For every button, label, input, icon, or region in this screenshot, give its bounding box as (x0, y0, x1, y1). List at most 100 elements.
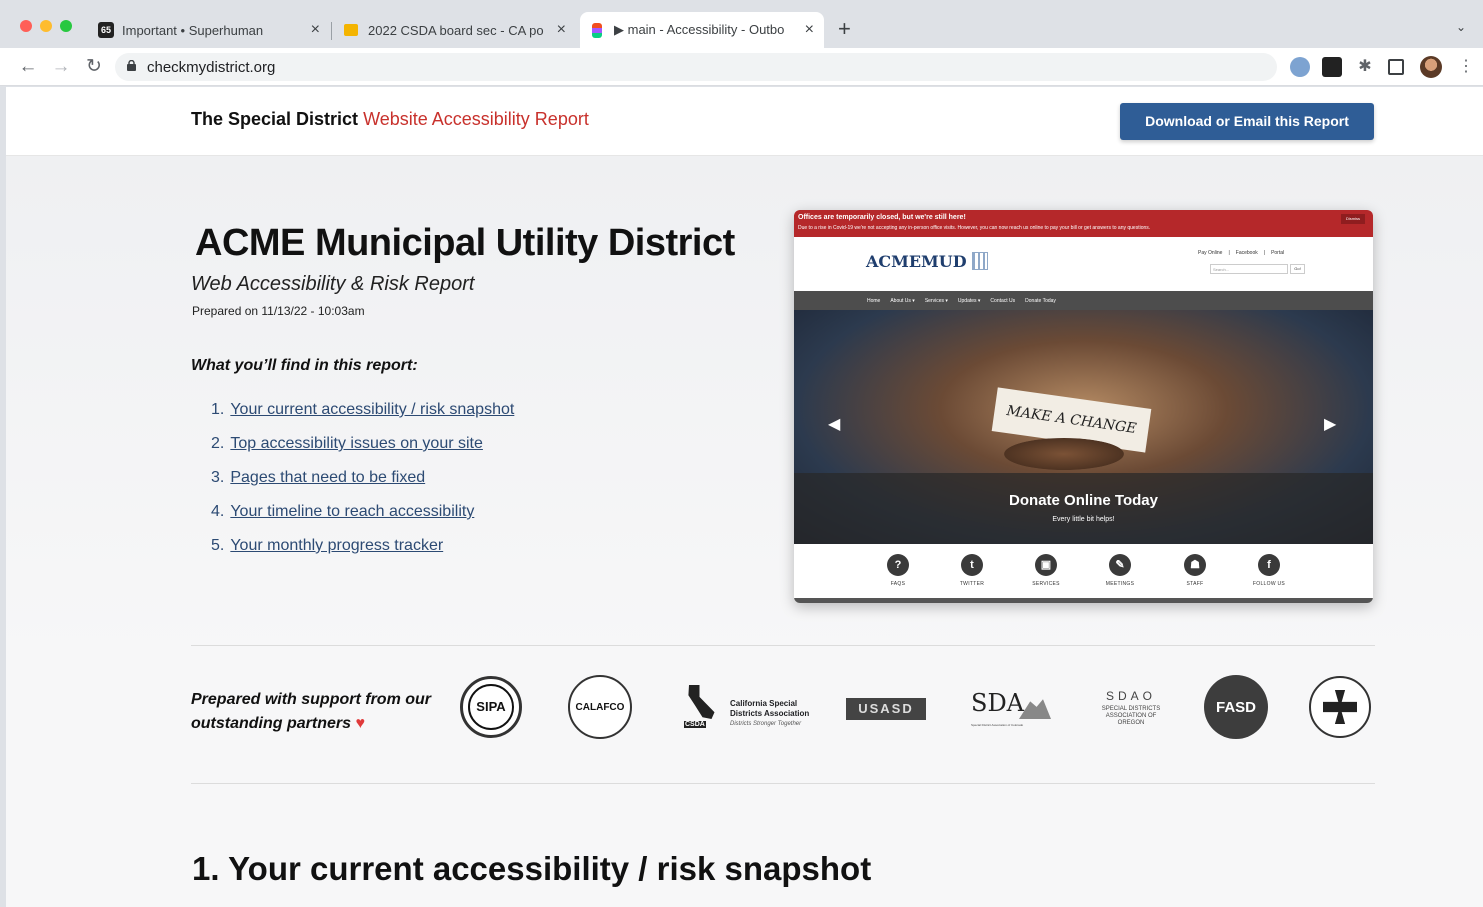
grammarly-extension-icon[interactable] (1290, 57, 1310, 77)
lock-icon (127, 60, 136, 71)
minimize-window-button[interactable] (40, 20, 52, 32)
preview-logo: ACMEMUD (866, 252, 989, 271)
toc-item: 5. Your monthly progress tracker (211, 537, 514, 571)
preview-alert-banner: Offices are temporarily closed, but we'r… (794, 210, 1373, 237)
close-tab-icon[interactable]: × (311, 21, 320, 39)
fasd-logo: FASD (1204, 675, 1268, 739)
preview-icon-label: FAQS (890, 581, 906, 587)
tab-csda[interactable]: 2022 CSDA board sec - CA po × (334, 12, 576, 48)
address-bar[interactable]: checkmydistrict.org (115, 53, 1277, 81)
close-window-button[interactable] (20, 20, 32, 32)
twitter-icon: t TWITTER (947, 554, 997, 587)
sda-letters: SDA (971, 689, 1025, 717)
faqs-icon: ? FAQS (873, 554, 923, 587)
zoom-window-button[interactable] (60, 20, 72, 32)
preview-slide-caption: Donate Online Today Every little bit hel… (794, 473, 1373, 544)
preview-top-link: Pay Online (1198, 250, 1223, 256)
csda-tagline: Districts Stronger Together (730, 721, 802, 727)
csda-logo: CSDA California Special Districts Associ… (684, 683, 814, 733)
brand-accent: Website Accessibility Report (363, 109, 589, 129)
sdao-letters: SDAO (1105, 689, 1156, 703)
close-tab-icon[interactable]: × (805, 21, 814, 39)
toc-link-tracker[interactable]: Your monthly progress tracker (230, 537, 443, 554)
report-subtitle: Web Accessibility & Risk Report (191, 273, 475, 295)
preview-icon-row: ? FAQS t TWITTER ▣ SERVICES ✎ MEETINGS ☗ STAF… (794, 544, 1373, 598)
tab-figma-active[interactable]: ▶ main - Accessibility - Outbo × (580, 12, 824, 48)
california-map-icon (688, 685, 715, 719)
preview-top-links: Pay Online | Facebook | Portal (1198, 250, 1285, 256)
puzzle-extensions-icon[interactable]: ✱ (1355, 57, 1375, 77)
superhuman-icon: 65 (98, 22, 114, 38)
preview-icon-glyph: ▣ (1035, 554, 1057, 576)
toc-item: 1. Your current accessibility / risk snap… (211, 401, 514, 435)
browser-menu-icon[interactable]: ⋮ (1456, 57, 1476, 77)
preview-alert-text: Due to a rise in Covid-19 we're not acce… (798, 225, 1151, 231)
table-of-contents: 1. Your current accessibility / risk snap… (211, 401, 514, 571)
section-heading-snapshot: 1. Your current accessibility / risk sna… (192, 850, 872, 887)
building-icon (972, 252, 989, 270)
reload-icon[interactable]: ↻ (82, 55, 106, 79)
preview-nav-item: Services ▾ (924, 297, 948, 304)
csda-abbrev: CSDA (684, 721, 706, 728)
preview-logo-text: ACMEMUD (866, 252, 967, 271)
new-tab-button[interactable]: + (838, 16, 851, 42)
toc-link-issues[interactable]: Top accessibility issues on your site (230, 435, 483, 452)
preview-nav-item: Contact Us (990, 297, 1016, 304)
slide-prev-icon: ◀ (828, 416, 841, 433)
site-header: The Special District Website Accessibili… (6, 87, 1483, 156)
preview-go: Go! (1290, 264, 1305, 274)
profile-avatar[interactable] (1420, 56, 1442, 78)
prepared-date: Prepared on 11/13/22 - 10:03am (192, 304, 365, 318)
tab-separator (331, 22, 332, 40)
preview-icon-label: MEETINGS (1105, 581, 1135, 587)
brand-bold: The Special District (191, 109, 359, 129)
preview-nav-item: Updates ▾ (957, 297, 981, 304)
toc-number: 3. (211, 469, 225, 486)
browser-tab-bar: 65 Important • Superhuman × 2022 CSDA bo… (0, 0, 1483, 48)
calafco-logo: CALAFCO (568, 675, 632, 739)
csda-name: California Special Districts Association (730, 699, 810, 718)
preview-bottom-bar (794, 598, 1373, 603)
sdao-name: SPECIAL DISTRICTS ASSOCIATION OF OREGON (1101, 706, 1161, 726)
preview-icon-label: TWITTER (959, 581, 985, 587)
sdao-logo: SDAO SPECIAL DISTRICTS ASSOCIATION OF OR… (1096, 689, 1166, 729)
heart-icon: ♥ (355, 715, 365, 732)
site-brand[interactable]: The Special District Website Accessibili… (191, 109, 589, 130)
services-icon: ▣ SERVICES (1021, 554, 1071, 587)
download-email-report-button[interactable]: Download or Email this Report (1120, 103, 1374, 140)
toc-link-pages[interactable]: Pages that need to be fixed (230, 469, 425, 486)
toc-item: 2. Top accessibility issues on your site (211, 435, 514, 469)
partners-text: Prepared with support from our outstandi… (191, 691, 432, 732)
tab-title: ▶ main - Accessibility - Outbo (614, 22, 785, 37)
toc-number: 1. (211, 401, 225, 418)
toc-link-timeline[interactable]: Your timeline to reach accessibility (230, 503, 474, 520)
partners-label: Prepared with support from our outstandi… (191, 688, 431, 736)
extension-icon[interactable] (1322, 57, 1342, 77)
close-tab-icon[interactable]: × (557, 21, 566, 39)
preview-nav-item: Donate Today (1025, 297, 1056, 304)
preview-icon-glyph: ✎ (1109, 554, 1131, 576)
divider (191, 645, 1375, 646)
website-preview-image: Offices are temporarily closed, but we'r… (794, 210, 1373, 603)
url-text: checkmydistrict.org (147, 59, 276, 76)
coins-image (1004, 438, 1124, 470)
preview-nav-item: Home (867, 297, 881, 304)
tab-superhuman[interactable]: 65 Important • Superhuman × (88, 12, 330, 48)
slides-icon (344, 24, 358, 36)
tab-title: 2022 CSDA board sec - CA po (368, 22, 544, 38)
firefighter-association-logo (1309, 676, 1371, 738)
reading-list-icon[interactable] (1388, 59, 1404, 75)
preview-icon-glyph: f (1258, 554, 1280, 576)
tab-list-chevron-icon[interactable]: ⌄ (1456, 20, 1466, 34)
sipa-logo: SIPA (460, 676, 522, 738)
preview-nav-item: About Us ▾ (890, 297, 915, 304)
page-viewport: The Special District Website Accessibili… (6, 87, 1483, 907)
forward-arrow-icon[interactable]: → (49, 55, 73, 79)
preview-top-link: Portal (1271, 250, 1285, 256)
preview-icon-label: STAFF (1186, 581, 1204, 587)
preview-alert-title: Offices are temporarily closed, but we'r… (798, 214, 966, 221)
back-arrow-icon[interactable]: ← (16, 55, 40, 79)
preview-icon-glyph: ☗ (1184, 554, 1206, 576)
toc-link-snapshot[interactable]: Your current accessibility / risk snapsh… (230, 401, 514, 418)
preview-icon-label: SERVICES (1032, 581, 1060, 587)
